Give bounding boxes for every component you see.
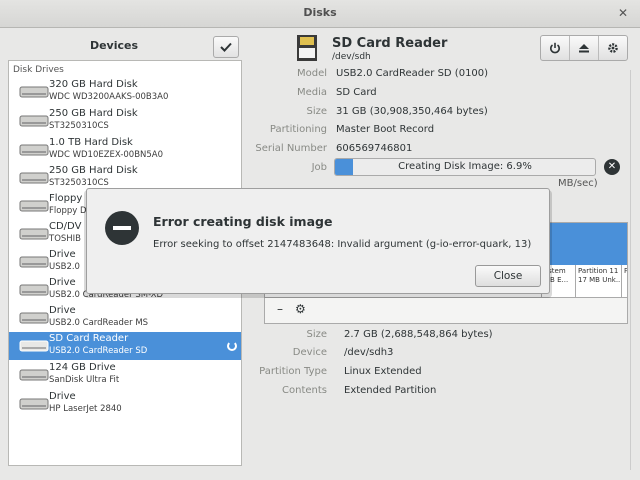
- field-label: Size: [306, 329, 327, 340]
- field-value: Linux Extended: [344, 366, 422, 377]
- field-label: Model: [296, 68, 327, 79]
- field-value: 31 GB (30,908,350,464 bytes): [336, 106, 488, 117]
- volume-label: Partition 11 17 MB Unk...: [578, 267, 623, 284]
- field-value: SD Card: [336, 87, 377, 98]
- volume-toolbar: – ⚙: [264, 298, 628, 324]
- hard-disk-icon: [19, 172, 49, 184]
- field-value: 2.7 GB (2,688,548,864 bytes): [344, 329, 493, 340]
- job-label: Job: [311, 162, 327, 173]
- drive-detail: WDC WD3200AAKS-00B3A0: [49, 92, 169, 102]
- drive-detail: Floppy D: [49, 206, 87, 216]
- drive-detail: USB2.0 CardReader MS: [49, 318, 149, 328]
- window-close-icon[interactable]: ✕: [618, 0, 628, 26]
- dialog-message: Error seeking to offset 2147483648: Inva…: [153, 239, 532, 250]
- hard-disk-icon: [19, 86, 49, 98]
- drive-icon: [19, 256, 49, 268]
- power-icon: [550, 42, 560, 54]
- field-value: Master Boot Record: [336, 124, 435, 135]
- drive-icon: [19, 284, 49, 296]
- drive-name: 250 GB Hard Disk: [49, 165, 138, 176]
- select-mode-button[interactable]: [213, 36, 239, 58]
- cancel-job-icon[interactable]: ✕: [604, 159, 620, 175]
- field-label: Partitioning: [269, 124, 327, 135]
- drive-detail: TOSHIB: [49, 234, 82, 244]
- drive-detail: USB2.0: [49, 262, 80, 272]
- dialog-title: Error creating disk image: [153, 214, 333, 229]
- field-label: Media: [296, 87, 327, 98]
- hard-disk-icon: [19, 115, 49, 127]
- volume-segment[interactable]: Partition 11 17 MB Unk...: [575, 265, 623, 297]
- device-path: /dev/sdh: [332, 52, 371, 62]
- drive-detail: HP LaserJet 2840: [49, 404, 122, 414]
- error-icon: [105, 211, 139, 245]
- field-label: Contents: [282, 385, 327, 396]
- drive-name: 1.0 TB Hard Disk: [49, 137, 133, 148]
- floppy-drive-icon: [19, 200, 49, 212]
- volume-label: P: [624, 267, 628, 275]
- close-button[interactable]: Close: [475, 265, 541, 287]
- error-dialog: Error creating disk image Error seeking …: [86, 188, 550, 294]
- drive-detail: WDC WD10EZEX-00BN5A0: [49, 150, 164, 160]
- drive-name: SD Card Reader: [49, 333, 129, 344]
- drive-item[interactable]: Drive USB2.0 CardReader MS: [9, 304, 241, 332]
- drive-name: 124 GB Drive: [49, 362, 116, 373]
- field-label: Device: [292, 347, 327, 358]
- window-title: Disks: [303, 6, 337, 19]
- field-label: Serial Number: [255, 143, 327, 154]
- hard-disk-icon: [19, 144, 49, 156]
- device-title: SD Card Reader: [332, 36, 448, 51]
- volume-segment[interactable]: P: [621, 265, 628, 297]
- drive-name: Drive: [49, 391, 76, 402]
- drive-name: 250 GB Hard Disk: [49, 108, 138, 119]
- drive-name: Drive: [49, 277, 76, 288]
- field-label: Partition Type: [259, 366, 327, 377]
- drive-name: Floppy: [49, 193, 83, 204]
- drive-name: Drive: [49, 305, 76, 316]
- drive-detail: USB2.0 CardReader SD: [49, 346, 148, 356]
- delete-partition-icon[interactable]: –: [277, 302, 283, 316]
- drive-detail: SanDisk Ultra Fit: [49, 375, 120, 385]
- section-disk-drives: Disk Drives: [13, 65, 64, 75]
- field-value: Extended Partition: [344, 385, 437, 396]
- field-value: USB2.0 CardReader SD (0100): [336, 68, 489, 79]
- drive-icon: [19, 312, 49, 324]
- field-label: Size: [306, 106, 327, 117]
- sd-card-drive-icon: [19, 340, 49, 352]
- sidebar-title: Devices: [89, 39, 139, 52]
- drive-name: CD/DV: [49, 221, 82, 232]
- usb-drive-icon: [19, 369, 49, 381]
- job-progress-bar: Creating Disk Image: 6.9%: [334, 158, 596, 176]
- drive-name: Drive: [49, 249, 76, 260]
- field-value: /dev/sdh3: [344, 347, 394, 358]
- drive-icon: [19, 398, 49, 410]
- drive-name: 320 GB Hard Disk: [49, 79, 138, 90]
- window-titlebar: Disks ✕: [0, 0, 640, 28]
- sidebar-header: Devices: [0, 28, 250, 60]
- drive-menu-button[interactable]: [599, 36, 627, 60]
- drive-detail: ST3250310CS: [49, 178, 109, 188]
- job-progress-text: Creating Disk Image: 6.9%: [398, 161, 532, 172]
- sd-card-icon: [297, 35, 317, 61]
- gears-icon[interactable]: ⚙: [295, 302, 306, 316]
- device-actions: [540, 35, 628, 61]
- eject-icon: [579, 44, 589, 53]
- field-value: 606569746801: [336, 143, 413, 154]
- drive-detail: ST3250310CS: [49, 121, 109, 131]
- eject-button[interactable]: [570, 36, 599, 60]
- checkmark-icon: [220, 42, 232, 52]
- power-off-button[interactable]: [541, 36, 570, 60]
- job-speed: MB/sec): [558, 178, 598, 189]
- optical-drive-icon: [19, 228, 49, 240]
- separator: [630, 70, 631, 470]
- gear-icon: [608, 43, 618, 53]
